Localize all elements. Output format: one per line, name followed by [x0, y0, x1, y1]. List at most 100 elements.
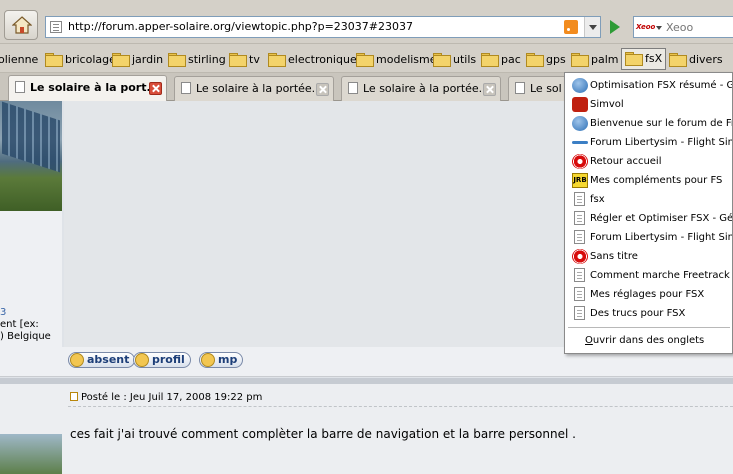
- menu-item-label: Optimisation FSX résumé - Géné: [590, 80, 732, 91]
- menu-item-label: Forum Libertysim - Flight Simul: [590, 137, 733, 148]
- folder-icon: [571, 53, 589, 67]
- open-all-in-tabs[interactable]: Ouvrir dans des onglets: [585, 331, 704, 350]
- profile-icon: [135, 353, 149, 367]
- bookmark-folder-electronique[interactable]: electronique: [268, 52, 357, 68]
- bookmark-label: fsX: [645, 52, 663, 65]
- red-target-icon: [572, 154, 588, 169]
- search-box[interactable]: Xeoo: [633, 16, 733, 38]
- url-bar[interactable]: http://forum.apper-solaire.org/viewtopic…: [45, 16, 601, 38]
- post-date: Posté le : Jeu Juil 17, 2008 19:22 pm: [70, 392, 262, 403]
- menu-item-fsx[interactable]: fsx: [565, 190, 732, 209]
- menu-item-optimisation-fsx[interactable]: Optimisation FSX résumé - Géné: [565, 76, 732, 95]
- menu-item-freetrack[interactable]: Comment marche Freetrack ?: [565, 266, 732, 285]
- plane-icon: [572, 135, 588, 150]
- post-date-text: Posté le : Jeu Juil 17, 2008 19:22 pm: [81, 392, 263, 403]
- bookmark-label: tv: [249, 53, 260, 66]
- tab-label: Le solaire à la port...: [30, 81, 160, 94]
- profile-label: profil: [152, 353, 185, 366]
- bookmark-folder-tv[interactable]: tv: [229, 52, 260, 68]
- menu-item-label: Régler et Optimiser FSX - Géné: [590, 213, 733, 224]
- bookmark-label: jardin: [132, 53, 164, 66]
- tab-label: Le solaire à la portée...: [363, 82, 490, 95]
- bookmark-folder-gps[interactable]: gps: [526, 52, 566, 68]
- folder-icon: [45, 53, 63, 67]
- globe-icon: [572, 78, 588, 93]
- bookmark-label: electronique: [288, 53, 357, 66]
- page-icon: [15, 81, 25, 93]
- message-icon: [201, 353, 215, 367]
- post: Posté le : Jeu Juil 17, 2008 19:22 pm ce…: [0, 384, 733, 474]
- avatar: [0, 101, 62, 211]
- menu-item-bienvenue[interactable]: Bienvenue sur le forum de Fran: [565, 114, 732, 133]
- url-history-dropdown[interactable]: [584, 17, 600, 37]
- home-button[interactable]: [4, 10, 38, 40]
- menu-item-libertysim[interactable]: Forum Libertysim - Flight Simul: [565, 133, 733, 152]
- folder-icon: [669, 53, 687, 67]
- menu-item-label: Retour accueil: [590, 156, 662, 167]
- folder-icon: [481, 53, 499, 67]
- search-engine-selector[interactable]: Xeoo: [636, 20, 662, 34]
- menu-item-label: Simvol: [590, 99, 624, 110]
- tab-label: Le solaire à la portée...: [196, 82, 323, 95]
- bookmark-folder-bricolage[interactable]: bricolage: [45, 52, 116, 68]
- bookmark-folder-pac[interactable]: pac: [481, 52, 521, 68]
- avatar: [0, 434, 62, 474]
- rss-feed-icon[interactable]: [564, 20, 578, 34]
- post-author-panel: [0, 384, 64, 474]
- menu-item-sans-titre[interactable]: Sans titre: [565, 247, 732, 266]
- search-engine-name: Xeoo: [636, 23, 656, 31]
- tab-close-icon[interactable]: [316, 83, 329, 96]
- menu-item-libertysim-2[interactable]: Forum Libertysim - Flight Simul: [565, 228, 732, 247]
- mp-label: mp: [218, 353, 238, 366]
- author-info-line: ) Belgique: [0, 331, 51, 342]
- bookmark-label: pac: [501, 53, 521, 66]
- tab-2[interactable]: Le solaire à la portée...: [174, 76, 334, 101]
- absent-label: absent: [87, 353, 130, 366]
- menu-item-label: Mes réglages pour FSX: [590, 289, 705, 300]
- tab-4[interactable]: Le sol: [508, 76, 568, 101]
- absent-button[interactable]: absent: [68, 352, 136, 368]
- bookmark-folder-palm[interactable]: palm: [571, 52, 619, 68]
- folder-icon: [112, 53, 130, 67]
- url-text[interactable]: http://forum.apper-solaire.org/viewtopic…: [68, 20, 413, 33]
- bookmark-folder-jardin[interactable]: jardin: [112, 52, 163, 68]
- page-icon: [181, 82, 191, 94]
- bookmark-folder-stirling[interactable]: stirling: [168, 52, 226, 68]
- tab-1[interactable]: Le solaire à la port...: [8, 75, 167, 102]
- author-info-line: ent [ex:: [0, 319, 39, 330]
- post-author-panel: 3 ent [ex: ) Belgique: [0, 101, 62, 351]
- tab-3[interactable]: Le solaire à la portée...: [341, 76, 501, 101]
- private-message-button[interactable]: mp: [199, 352, 244, 368]
- tab-close-icon[interactable]: [483, 83, 496, 96]
- bookmark-label: palm: [591, 53, 619, 66]
- go-button[interactable]: [605, 17, 625, 37]
- menu-item-mes-reglages[interactable]: Mes réglages pour FSX: [565, 285, 732, 304]
- profile-button[interactable]: profil: [133, 352, 191, 368]
- post-icon[interactable]: [70, 392, 78, 401]
- globe-icon: [572, 116, 588, 131]
- tab-close-icon[interactable]: [149, 82, 162, 95]
- jrb-icon: JRB: [572, 173, 588, 188]
- bookmark-folder-olienne[interactable]: olienne: [0, 52, 38, 68]
- page-icon: [574, 287, 585, 301]
- menu-item-simvol[interactable]: Simvol: [565, 95, 732, 114]
- menu-item-mes-complements[interactable]: JRB Mes compléments pour FS: [565, 171, 732, 190]
- status-icon: [70, 353, 84, 367]
- simvol-icon: [572, 97, 588, 112]
- search-input[interactable]: [666, 20, 733, 35]
- site-favicon-icon: [50, 21, 62, 33]
- bookmark-label: stirling: [188, 53, 226, 66]
- menu-item-des-trucs[interactable]: Des trucs pour FSX: [565, 304, 732, 323]
- bookmark-folder-fsx[interactable]: fsX: [621, 48, 667, 70]
- bookmark-folder-divers[interactable]: divers: [669, 52, 723, 68]
- bookmark-folder-modelisme[interactable]: modelisme: [356, 52, 437, 68]
- menu-separator: [568, 327, 730, 328]
- folder-icon: [526, 53, 544, 67]
- bookmark-label: gps: [546, 53, 566, 66]
- bookmark-folder-utils[interactable]: utils: [433, 52, 476, 68]
- page-icon: [515, 82, 525, 94]
- menu-item-label: Des trucs pour FSX: [590, 308, 686, 319]
- open-all-accesskey: O: [585, 335, 593, 346]
- menu-item-regler-optimiser[interactable]: Régler et Optimiser FSX - Géné: [565, 209, 733, 228]
- menu-item-retour-accueil[interactable]: Retour accueil: [565, 152, 732, 171]
